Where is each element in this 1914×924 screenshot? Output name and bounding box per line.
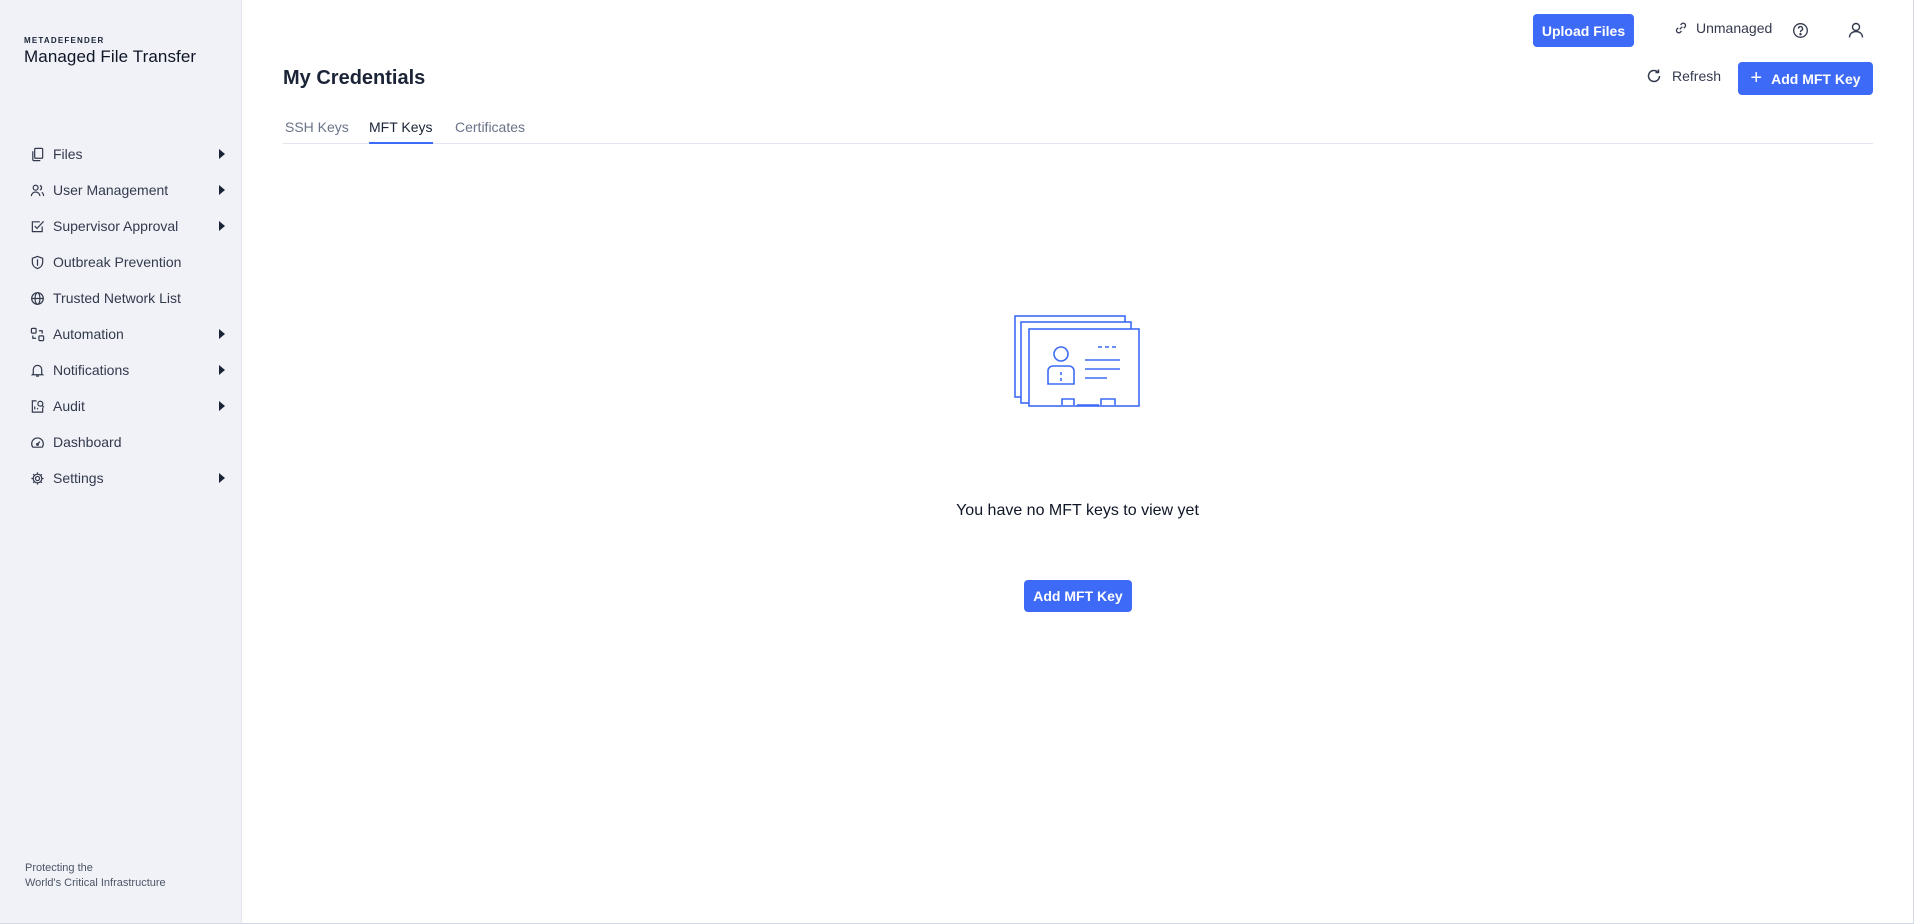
caret-right-icon xyxy=(219,185,225,195)
sidebar-item-files[interactable]: Files xyxy=(0,136,242,172)
sidebar-item-label: Supervisor Approval xyxy=(53,218,179,234)
tab-certificates[interactable]: Certificates xyxy=(455,118,525,144)
automation-icon xyxy=(30,327,45,342)
refresh-label: Refresh xyxy=(1672,68,1722,84)
brand-small-text: METADEFENDER xyxy=(24,36,105,45)
credential-tabs: SSH Keys MFT Keys Certificates xyxy=(283,118,1873,144)
sidebar-item-label: Audit xyxy=(53,398,85,414)
unmanaged-label: Unmanaged xyxy=(1696,20,1773,36)
add-mft-key-button[interactable]: + Add MFT Key xyxy=(1738,62,1873,95)
sidebar: METADEFENDER Managed File Transfer Files… xyxy=(0,0,242,923)
sidebar-item-label: Automation xyxy=(53,326,124,342)
unmanaged-status-link[interactable]: Unmanaged xyxy=(1674,20,1772,36)
upload-files-button[interactable]: Upload Files xyxy=(1533,14,1634,47)
users-icon xyxy=(30,183,45,198)
bell-icon xyxy=(30,363,45,378)
empty-add-mft-key-button[interactable]: Add MFT Key xyxy=(1024,580,1132,612)
sidebar-item-trusted-network-list[interactable]: Trusted Network List xyxy=(0,280,242,316)
caret-right-icon xyxy=(219,149,225,159)
sidebar-item-settings[interactable]: Settings xyxy=(0,460,242,496)
add-mft-key-label: Add MFT Key xyxy=(1771,70,1861,87)
caret-right-icon xyxy=(219,221,225,231)
files-icon xyxy=(30,147,45,162)
help-icon[interactable] xyxy=(1792,22,1809,39)
caret-right-icon xyxy=(219,473,225,483)
tagline-line-1: Protecting the xyxy=(25,862,93,874)
sidebar-item-label: Settings xyxy=(53,470,104,486)
refresh-icon xyxy=(1647,69,1661,83)
id-cards-illustration xyxy=(1014,315,1140,407)
shield-icon xyxy=(30,255,45,270)
user-profile-icon[interactable] xyxy=(1847,21,1865,39)
sidebar-item-label: Outbreak Prevention xyxy=(53,254,182,270)
sidebar-item-label: Files xyxy=(53,146,83,162)
caret-right-icon xyxy=(219,329,225,339)
sidebar-nav: Files User Management Supervisor Approva… xyxy=(0,136,242,496)
sidebar-item-outbreak-prevention[interactable]: Outbreak Prevention xyxy=(0,244,242,280)
caret-right-icon xyxy=(219,365,225,375)
tab-mft-keys[interactable]: MFT Keys xyxy=(369,118,433,144)
link-icon xyxy=(1675,22,1687,34)
sidebar-item-automation[interactable]: Automation xyxy=(0,316,242,352)
sidebar-item-label: Dashboard xyxy=(53,434,122,450)
brand-logo[interactable]: METADEFENDER Managed File Transfer xyxy=(24,36,196,67)
tab-ssh-keys[interactable]: SSH Keys xyxy=(285,118,349,144)
sidebar-item-label: Trusted Network List xyxy=(53,290,181,306)
sidebar-item-label: User Management xyxy=(53,182,169,198)
sidebar-item-supervisor-approval[interactable]: Supervisor Approval xyxy=(0,208,242,244)
caret-right-icon xyxy=(219,401,225,411)
refresh-button[interactable]: Refresh xyxy=(1646,68,1721,84)
sidebar-item-label: Notifications xyxy=(53,362,130,378)
audit-icon xyxy=(30,399,45,414)
globe-icon xyxy=(30,291,45,306)
tagline-line-2: World's Critical Infrastructure xyxy=(25,877,166,889)
empty-state-message: You have no MFT keys to view yet xyxy=(956,502,1199,519)
checkbox-icon xyxy=(30,219,45,234)
sidebar-item-notifications[interactable]: Notifications xyxy=(0,352,242,388)
brand-large-text: Managed File Transfer xyxy=(24,47,197,66)
tagline: Protecting the World's Critical Infrastr… xyxy=(25,861,166,891)
gear-icon xyxy=(30,471,45,486)
gauge-icon xyxy=(30,435,45,450)
sidebar-item-audit[interactable]: Audit xyxy=(0,388,242,424)
sidebar-item-user-management[interactable]: User Management xyxy=(0,172,242,208)
plus-icon: + xyxy=(1750,66,1763,89)
sidebar-item-dashboard[interactable]: Dashboard xyxy=(0,424,242,460)
page-title: My Credentials xyxy=(283,67,426,89)
